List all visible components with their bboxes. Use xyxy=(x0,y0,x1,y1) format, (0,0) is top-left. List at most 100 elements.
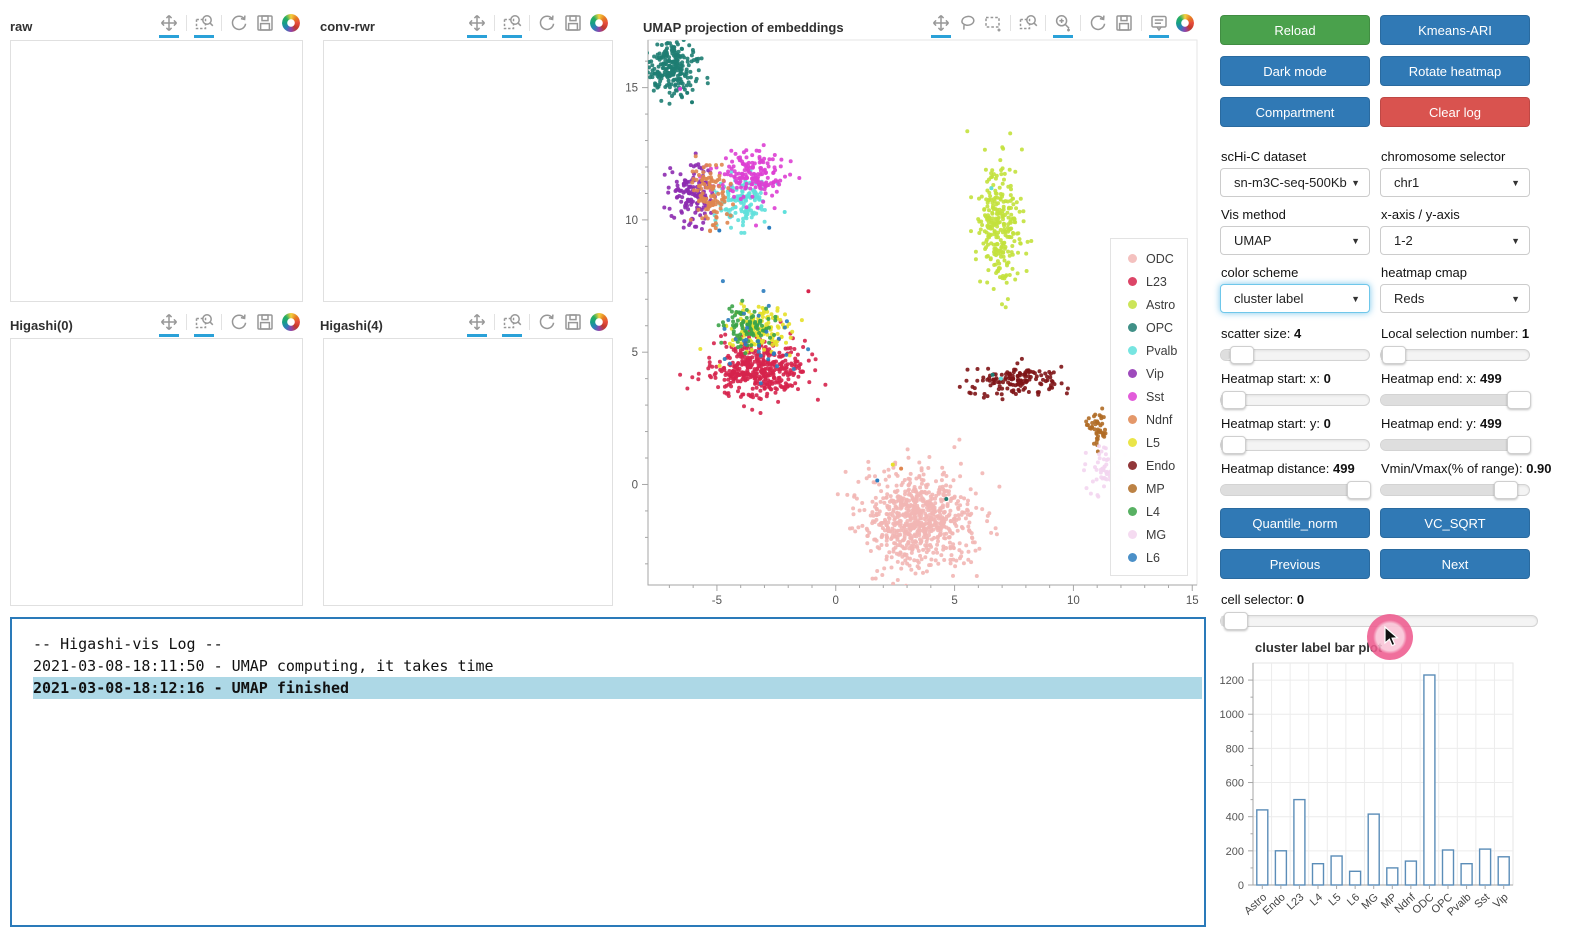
slider-track[interactable] xyxy=(1380,346,1530,364)
legend-entry-opc: OPC xyxy=(1111,316,1187,339)
pan-tool-icon[interactable] xyxy=(466,12,488,38)
legend-dot xyxy=(1128,346,1137,355)
save-tool-icon[interactable] xyxy=(1113,12,1135,34)
toolbar-separator xyxy=(1045,15,1046,31)
control-panel: Reload Kmeans-ARI Dark mode Rotate heatmap C… xyxy=(1220,15,1552,630)
pan-tool-icon[interactable] xyxy=(158,311,180,337)
legend-entry-astro: Astro xyxy=(1111,293,1187,316)
reset-tool-icon[interactable] xyxy=(228,12,250,34)
slider-track[interactable] xyxy=(1220,436,1370,454)
raw-plot-canvas[interactable] xyxy=(10,40,303,302)
svg-text:5: 5 xyxy=(951,595,957,607)
save-tool-icon[interactable] xyxy=(254,311,276,333)
slider-track[interactable] xyxy=(1220,346,1370,364)
reset-tool-icon[interactable] xyxy=(536,12,558,34)
higashi4-plot-canvas[interactable] xyxy=(323,338,613,606)
top-button-grid: Reload Kmeans-ARI Dark mode Rotate heatmap C… xyxy=(1220,15,1534,127)
slider-track[interactable] xyxy=(1380,391,1531,409)
vmin-vmax-of-range-slider: Vmin/Vmax(% of range): 0.90 xyxy=(1380,451,1552,499)
slider-handle[interactable] xyxy=(1229,346,1254,364)
chromosome-selector-select[interactable]: chr1 ▼ xyxy=(1380,168,1530,197)
heatmap-cmap-select[interactable]: Reds ▼ xyxy=(1380,284,1530,313)
heatmap-start-x-slider: Heatmap start: x: 0 xyxy=(1220,361,1370,409)
reset-tool-icon[interactable] xyxy=(228,311,250,333)
higashi0-plot-canvas[interactable] xyxy=(10,338,303,606)
legend-entry-l23: L23 xyxy=(1111,270,1187,293)
pan-tool-icon[interactable] xyxy=(466,311,488,337)
slider-handle[interactable] xyxy=(1507,391,1531,409)
slider-handle[interactable] xyxy=(1382,346,1407,364)
compartment-button[interactable]: Compartment xyxy=(1220,97,1370,127)
box-zoom-tool-icon[interactable] xyxy=(193,311,215,337)
svg-text:600: 600 xyxy=(1226,778,1244,790)
slider-handle[interactable] xyxy=(1494,481,1519,499)
lasso-select-tool-icon[interactable] xyxy=(956,12,978,34)
reset-tool-icon[interactable] xyxy=(536,311,558,333)
legend-entry-odc: ODC xyxy=(1111,247,1187,270)
vc-sqrt-button[interactable]: VC_SQRT xyxy=(1380,508,1530,538)
conv-rwr-plot-canvas[interactable] xyxy=(323,40,613,302)
save-tool-icon[interactable] xyxy=(254,12,276,34)
umap-legend: ODC L23 Astro OPC Pvalb Vip Sst Ndnf L5 Endo MP L4 M… xyxy=(1110,238,1188,576)
color-scheme-select[interactable]: cluster label ▼ xyxy=(1220,284,1370,313)
slider-track[interactable] xyxy=(1220,481,1371,499)
svg-text:L6: L6 xyxy=(1345,891,1362,908)
reload-button[interactable]: Reload xyxy=(1220,15,1370,45)
dark-mode-button[interactable]: Dark mode xyxy=(1220,56,1370,86)
schi-c-dataset-select[interactable]: sn-m3C-seq-500Kb ▼ xyxy=(1220,168,1370,197)
legend-dot xyxy=(1128,553,1137,562)
box-zoom-tool-icon[interactable] xyxy=(501,12,523,38)
bokeh-logo-icon[interactable] xyxy=(280,12,302,34)
legend-dot xyxy=(1128,507,1137,516)
box-zoom-tool-icon[interactable] xyxy=(1017,12,1039,34)
quantile-norm-button[interactable]: Quantile_norm xyxy=(1220,508,1370,538)
panel-title-higashi4: Higashi(4) xyxy=(320,318,383,333)
slider-handle[interactable] xyxy=(1347,481,1371,499)
bokeh-logo-icon[interactable] xyxy=(588,12,610,34)
save-tool-icon[interactable] xyxy=(562,311,584,333)
legend-dot xyxy=(1128,438,1137,447)
toolbar-separator xyxy=(186,314,187,330)
toolbar-separator xyxy=(221,314,222,330)
clear-log-button[interactable]: Clear log xyxy=(1380,97,1530,127)
bokeh-logo-icon[interactable] xyxy=(1174,12,1196,34)
bar-plot-canvas[interactable]: 020040060080010001200AstroEndoL23 L4 L5 L6M… xyxy=(1212,653,1560,943)
toolbar-separator xyxy=(529,314,530,330)
wheel-zoom-tool-icon[interactable] xyxy=(1052,12,1074,38)
legend-label: MG xyxy=(1146,527,1167,542)
select-value: cluster label xyxy=(1234,291,1304,306)
legend-label: Astro xyxy=(1146,297,1176,312)
next-button[interactable]: Next xyxy=(1380,549,1530,579)
chevron-down-icon: ▼ xyxy=(1351,293,1360,304)
legend-label: Endo xyxy=(1146,458,1176,473)
chevron-down-icon: ▼ xyxy=(1511,235,1520,246)
panel-title-conv-rwr: conv-rwr xyxy=(320,19,375,34)
vis-method-select[interactable]: UMAP ▼ xyxy=(1220,226,1370,255)
legend-label: L4 xyxy=(1146,504,1160,519)
rotate-heatmap-button[interactable]: Rotate heatmap xyxy=(1380,56,1530,86)
slider-handle[interactable] xyxy=(1222,391,1247,409)
box-zoom-tool-icon[interactable] xyxy=(501,311,523,337)
slider-track[interactable] xyxy=(1380,481,1530,499)
bokeh-logo-icon[interactable] xyxy=(588,311,610,333)
x-axis-y-axis-select[interactable]: 1-2 ▼ xyxy=(1380,226,1530,255)
slider-track[interactable] xyxy=(1380,436,1531,454)
slider-handle[interactable] xyxy=(1223,612,1248,630)
conv-rwr-toolbar xyxy=(466,10,610,38)
hover-tool-icon[interactable] xyxy=(1148,12,1170,38)
bokeh-logo-icon[interactable] xyxy=(280,311,302,333)
cell-selector-value: 0 xyxy=(1296,592,1305,607)
previous-button[interactable]: Previous xyxy=(1220,549,1370,579)
reset-tool-icon[interactable] xyxy=(1087,12,1109,34)
slider-handle[interactable] xyxy=(1222,436,1247,454)
kmeans-ari-button[interactable]: Kmeans-ARI xyxy=(1380,15,1530,45)
pan-tool-icon[interactable] xyxy=(930,12,952,38)
svg-text:L23: L23 xyxy=(1285,891,1307,912)
slider-track[interactable] xyxy=(1220,391,1370,409)
pan-tool-icon[interactable] xyxy=(158,12,180,38)
slider-handle[interactable] xyxy=(1507,436,1531,454)
save-tool-icon[interactable] xyxy=(562,12,584,34)
box-zoom-tool-icon[interactable] xyxy=(193,12,215,38)
box-select-tool-icon[interactable] xyxy=(982,12,1004,34)
select-grid: scHi-C dataset sn-m3C-seq-500Kb ▼ chromosom… xyxy=(1220,139,1534,313)
